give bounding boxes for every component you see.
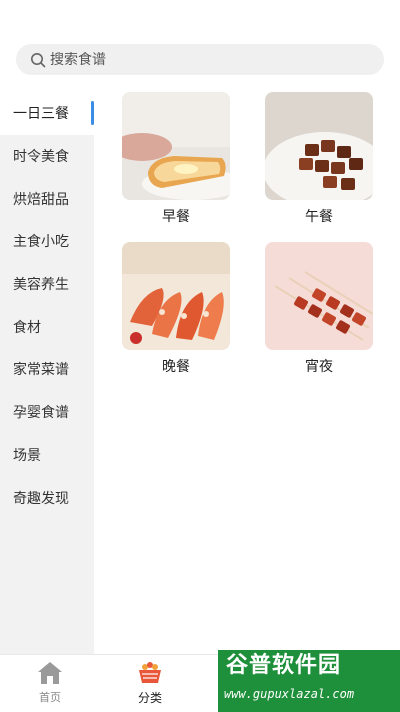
sidebar-item-homestyle[interactable]: 家常菜谱 [0,348,94,391]
dinner-image [122,242,230,350]
category-label: 晚餐 [162,359,190,375]
category-sidebar: 一日三餐 时令美食 烘焙甜品 主食小吃 美容养生 食材 家常菜谱 孕婴食谱 场景… [0,92,94,654]
category-card-night-snack[interactable]: 宵夜 [265,242,373,376]
sidebar-item-meals[interactable]: 一日三餐 [0,92,94,135]
watermark-title: 谷普软件园 [226,653,342,678]
watermark: 谷普软件园 www.gupuxlazal.com [218,650,400,712]
category-label: 午餐 [305,209,333,225]
night-snack-image [265,242,373,350]
watermark-url: www.gupuxlazal.com [224,687,355,701]
sidebar-item-wellness[interactable]: 美容养生 [0,263,94,306]
tab-home[interactable]: 首页 [20,661,80,705]
breakfast-image [122,92,230,200]
category-card-breakfast[interactable]: 早餐 [122,92,230,226]
home-icon [38,662,62,684]
category-label: 宵夜 [305,359,333,375]
category-card-lunch[interactable]: 午餐 [265,92,373,226]
sidebar-item-staples[interactable]: 主食小吃 [0,220,94,263]
sidebar-item-ingredients[interactable]: 食材 [0,305,94,348]
tab-home-label: 首页 [39,691,61,704]
tab-category[interactable]: 分类 [120,661,180,706]
sidebar-item-discover[interactable]: 奇趣发现 [0,476,94,519]
search-input[interactable] [50,51,370,68]
category-card-dinner[interactable]: 晚餐 [122,242,230,376]
sidebar-item-baby[interactable]: 孕婴食谱 [0,391,94,434]
basket-icon [139,662,161,683]
sidebar-item-baking[interactable]: 烘焙甜品 [0,177,94,220]
sidebar-item-seasonal[interactable]: 时令美食 [0,135,94,178]
search-header [0,0,400,92]
category-label: 早餐 [162,209,190,225]
search-bar[interactable] [16,44,384,75]
lunch-image [265,92,373,200]
sidebar-item-scenes[interactable]: 场景 [0,434,94,477]
search-icon [31,52,46,67]
tab-category-label: 分类 [137,691,162,705]
